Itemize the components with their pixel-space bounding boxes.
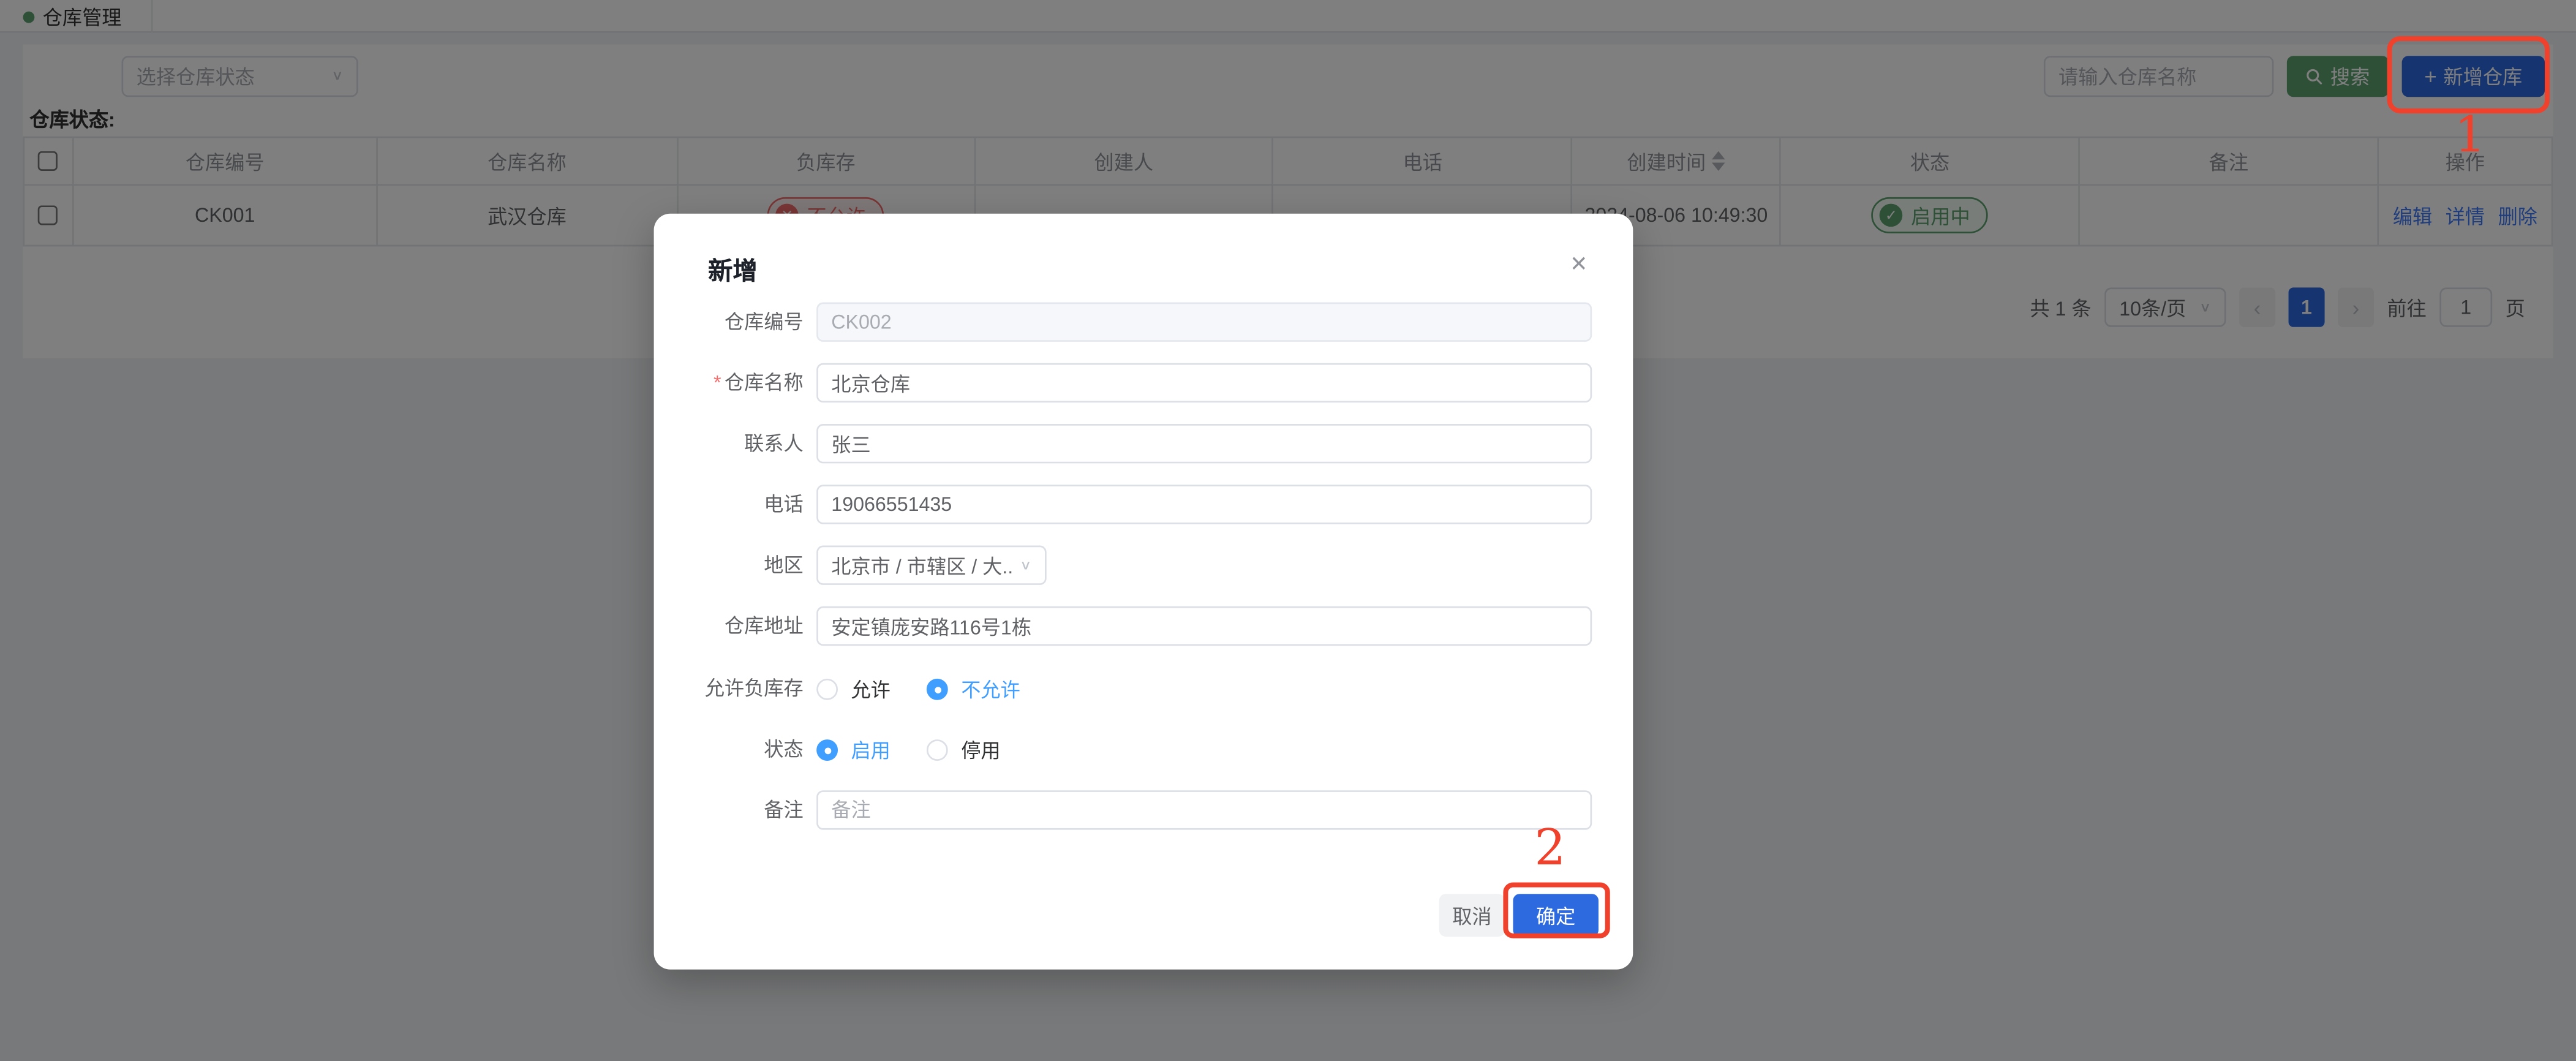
radio-disable[interactable]: 停用 [926,730,1001,769]
form-row-contact: 联系人 [654,424,1633,464]
contact-field[interactable] [816,424,1592,464]
region-value: 北京市 / 市辖区 / 大... [831,554,1012,578]
form-row-name: * 仓库名称 [654,363,1633,403]
radio-disable-label: 停用 [961,738,1001,762]
radio-enable-label: 启用 [851,738,891,762]
confirm-button[interactable]: 确定 [1513,894,1599,937]
code-field[interactable] [816,302,1592,342]
radio-deny[interactable]: 不允许 [926,669,1020,708]
region-label: 地区 [764,553,804,577]
form-row-status: 状态 启用 停用 [654,730,1633,769]
app-stage: 仓库管理 仓库状态: 选择仓库状态 ∨ 搜索 + 新增仓库 仓库编号 仓库名称 [0,0,2576,1061]
phone-label: 电话 [764,493,804,516]
code-label: 仓库编号 [724,310,804,334]
form-row-remark: 备注 [654,790,1633,830]
remark-field[interactable] [816,790,1592,830]
form-row-region: 地区 北京市 / 市辖区 / 大... ∨ [654,545,1633,585]
close-icon[interactable]: ✕ [1565,251,1592,278]
remark-label: 备注 [764,798,804,822]
address-field[interactable] [816,606,1592,646]
region-select[interactable]: 北京市 / 市辖区 / 大... ∨ [816,545,1047,585]
cancel-button[interactable]: 取消 [1439,894,1505,937]
radio-circle-icon-selected [926,678,948,700]
form-row-negative-stock: 允许负库存 允许 不允许 [654,669,1633,708]
radio-circle-icon-selected [816,738,838,760]
radio-allow-label: 允许 [851,678,891,701]
chevron-down-icon: ∨ [1019,557,1032,573]
contact-label: 联系人 [744,432,804,456]
radio-circle-icon [926,738,948,760]
phone-field[interactable] [816,485,1592,524]
radio-deny-label: 不允许 [961,678,1020,701]
add-warehouse-modal: 新增 ✕ 仓库编号 *仓库名称 联系人 电话 地区 北京市 / 市辖区 / 大.… [653,213,1633,970]
form-row-address: 仓库地址 [654,606,1633,646]
modal-title: 新增 [708,258,758,286]
form-row-code: 仓库编号 [654,302,1633,342]
radio-enable[interactable]: 启用 [816,730,891,769]
form-row-phone: 电话 [654,485,1633,524]
address-label: 仓库地址 [724,614,804,638]
name-field[interactable] [816,363,1592,403]
status-label: 状态 [764,738,804,761]
radio-allow[interactable]: 允许 [816,669,891,708]
required-asterisk: * [713,371,721,395]
radio-circle-icon [816,678,838,700]
negative-stock-label: 允许负库存 [704,677,804,700]
name-label: * 仓库名称 [713,371,804,395]
